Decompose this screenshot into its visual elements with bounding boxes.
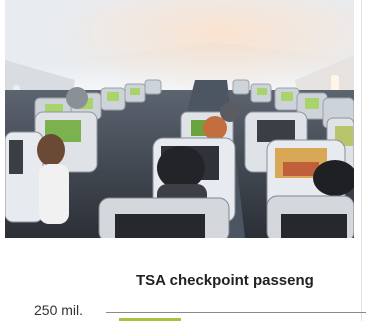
y-axis-tick-label: 250 mil. — [34, 302, 84, 318]
grid-line — [106, 312, 366, 313]
cabin-photo — [5, 0, 354, 238]
article-page: TSA checkpoint passeng 250 mil. — [0, 0, 366, 321]
chart-title: TSA checkpoint passeng — [136, 272, 314, 289]
